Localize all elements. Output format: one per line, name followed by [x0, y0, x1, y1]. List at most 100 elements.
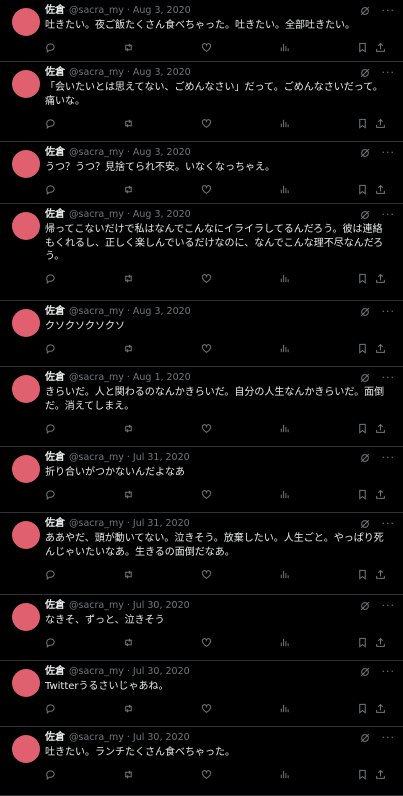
more-icon[interactable]: ··· [382, 209, 396, 220]
tweet-date[interactable]: Jul 30, 2020 [133, 731, 190, 745]
tweet[interactable]: 佐倉 @sacra_my · Jul 30, 2020 ··· なきそ、ずっと、… [0, 595, 403, 661]
author-handle[interactable]: @sacra_my [69, 451, 124, 465]
like-button[interactable] [201, 183, 212, 197]
bookmark-button[interactable] [357, 421, 368, 435]
tweet[interactable]: 佐倉 @sacra_my · Aug 1, 2020 ··· きらいだ。人と関わ… [0, 367, 403, 447]
bookmark-button[interactable] [357, 272, 368, 286]
grok-icon[interactable] [360, 519, 370, 529]
grok-icon[interactable] [360, 68, 370, 78]
like-button[interactable] [201, 702, 212, 716]
more-icon[interactable]: ··· [382, 732, 396, 743]
avatar[interactable] [12, 150, 40, 178]
tweet[interactable]: 佐倉 @sacra_my · Aug 3, 2020 ··· 吐きたい。夜ご飯た… [0, 0, 403, 62]
tweet-date[interactable]: Jul 30, 2020 [133, 665, 190, 679]
reply-button[interactable] [45, 768, 56, 782]
avatar[interactable] [12, 8, 40, 36]
bookmark-button[interactable] [357, 342, 368, 356]
author-name[interactable]: 佐倉 [45, 451, 65, 465]
like-button[interactable] [201, 272, 212, 286]
tweet-date[interactable]: Aug 3, 2020 [133, 146, 191, 160]
like-button[interactable] [201, 41, 212, 55]
like-button[interactable] [201, 636, 212, 650]
author-name[interactable]: 佐倉 [45, 517, 65, 531]
reply-button[interactable] [45, 702, 56, 716]
author-name[interactable]: 佐倉 [45, 371, 65, 385]
more-icon[interactable]: ··· [382, 67, 396, 78]
avatar[interactable] [12, 521, 40, 549]
share-button[interactable] [375, 768, 386, 782]
views-button[interactable] [279, 768, 290, 782]
retweet-button[interactable] [123, 41, 134, 55]
author-name[interactable]: 佐倉 [45, 305, 65, 319]
grok-icon[interactable] [360, 601, 370, 611]
bookmark-button[interactable] [357, 702, 368, 716]
share-button[interactable] [375, 421, 386, 435]
tweet-date[interactable]: Jul 30, 2020 [133, 599, 190, 613]
author-name[interactable]: 佐倉 [45, 146, 65, 160]
reply-button[interactable] [45, 342, 56, 356]
avatar[interactable] [12, 309, 40, 337]
retweet-button[interactable] [123, 768, 134, 782]
retweet-button[interactable] [123, 567, 134, 581]
author-handle[interactable]: @sacra_my [69, 599, 124, 613]
tweet-date[interactable]: Aug 3, 2020 [133, 66, 191, 80]
reply-button[interactable] [45, 488, 56, 502]
tweet-date[interactable]: Jul 31, 2020 [133, 517, 190, 531]
more-icon[interactable]: ··· [382, 518, 396, 529]
tweet[interactable]: 佐倉 @sacra_my · Jul 31, 2020 ··· ああやだ、頭が動… [0, 513, 403, 595]
share-button[interactable] [375, 567, 386, 581]
bookmark-button[interactable] [357, 183, 368, 197]
author-name[interactable]: 佐倉 [45, 599, 65, 613]
retweet-button[interactable] [123, 636, 134, 650]
tweet-date[interactable]: Aug 1, 2020 [133, 371, 191, 385]
grok-icon[interactable] [360, 667, 370, 677]
grok-icon[interactable] [360, 373, 370, 383]
grok-icon[interactable] [360, 733, 370, 743]
bookmark-button[interactable] [357, 116, 368, 130]
author-handle[interactable]: @sacra_my [69, 517, 124, 531]
share-button[interactable] [375, 342, 386, 356]
share-button[interactable] [375, 272, 386, 286]
views-button[interactable] [279, 272, 290, 286]
avatar[interactable] [12, 603, 40, 631]
more-icon[interactable]: ··· [382, 306, 396, 317]
bookmark-button[interactable] [357, 567, 368, 581]
views-button[interactable] [279, 342, 290, 356]
tweet[interactable]: 佐倉 @sacra_my · Aug 3, 2020 ··· 帰ってこないだけで… [0, 204, 403, 301]
views-button[interactable] [279, 702, 290, 716]
like-button[interactable] [201, 768, 212, 782]
avatar[interactable] [12, 375, 40, 403]
share-button[interactable] [375, 116, 386, 130]
bookmark-button[interactable] [357, 636, 368, 650]
retweet-button[interactable] [123, 116, 134, 130]
retweet-button[interactable] [123, 272, 134, 286]
grok-icon[interactable] [360, 6, 370, 16]
author-handle[interactable]: @sacra_my [69, 731, 124, 745]
tweet[interactable]: 佐倉 @sacra_my · Jul 31, 2020 ··· 折り合いがつかな… [0, 447, 403, 513]
share-button[interactable] [375, 183, 386, 197]
author-name[interactable]: 佐倉 [45, 665, 65, 679]
reply-button[interactable] [45, 116, 56, 130]
tweet[interactable]: 佐倉 @sacra_my · Aug 3, 2020 ··· 「会いたいとは思え… [0, 62, 403, 142]
grok-icon[interactable] [360, 210, 370, 220]
more-icon[interactable]: ··· [382, 600, 396, 611]
author-handle[interactable]: @sacra_my [69, 208, 124, 222]
tweet[interactable]: 佐倉 @sacra_my · Aug 3, 2020 ··· クソクソクソクソ [0, 301, 403, 367]
tweet[interactable]: 佐倉 @sacra_my · Aug 3, 2020 ··· うつ？うつ？見捨て… [0, 142, 403, 204]
tweet[interactable]: 佐倉 @sacra_my · Jul 30, 2020 ··· 吐きたい。ランチ… [0, 727, 403, 796]
reply-button[interactable] [45, 567, 56, 581]
like-button[interactable] [201, 567, 212, 581]
like-button[interactable] [201, 488, 212, 502]
author-name[interactable]: 佐倉 [45, 731, 65, 745]
author-handle[interactable]: @sacra_my [69, 146, 124, 160]
author-name[interactable]: 佐倉 [45, 208, 65, 222]
bookmark-button[interactable] [357, 488, 368, 502]
more-icon[interactable]: ··· [382, 5, 396, 16]
views-button[interactable] [279, 488, 290, 502]
avatar[interactable] [12, 735, 40, 763]
views-button[interactable] [279, 41, 290, 55]
reply-button[interactable] [45, 421, 56, 435]
reply-button[interactable] [45, 183, 56, 197]
share-button[interactable] [375, 41, 386, 55]
bookmark-button[interactable] [357, 41, 368, 55]
